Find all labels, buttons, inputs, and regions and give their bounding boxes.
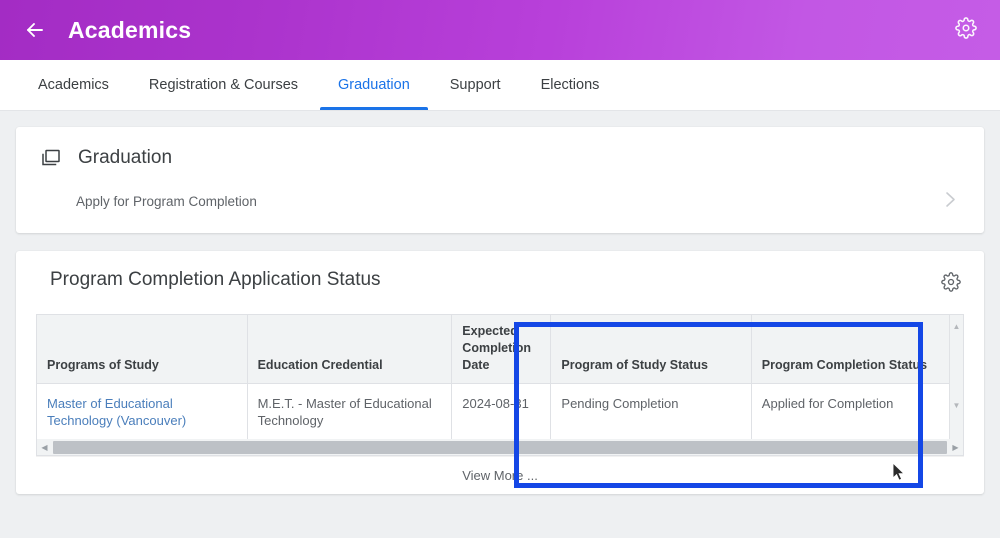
table-header: Programs of Study Education Credential E… [37,315,964,384]
cell-education-credential: M.E.T. - Master of Educational Technolog… [247,383,453,440]
tab-elections[interactable]: Elections [521,60,620,110]
scroll-right-arrow-icon[interactable]: ▶ [948,440,963,455]
app-window: Academics Academics Registration & Cours… [0,0,1000,538]
tab-label: Support [449,77,501,93]
back-button[interactable] [18,13,52,47]
table-settings-button[interactable] [938,271,964,297]
arrow-left-icon [23,18,47,42]
scroll-down-arrow-icon[interactable]: ▼ [950,398,963,412]
tab-support[interactable]: Support [430,60,521,110]
column-header-program-completion-status[interactable]: Program Completion Status [751,315,964,384]
tab-label: Registration & Courses [148,77,299,93]
table-vertical-scrollbar[interactable]: ▲ ▼ [949,315,963,439]
gear-icon [955,16,977,44]
column-header-expected-completion-date[interactable]: Expected Completion Date [451,315,552,384]
cell-programs-of-study: Master of Educational Technology (Vancou… [37,383,248,440]
horizontal-scroll-thumb[interactable] [53,440,947,454]
tab-label: Academics [38,77,109,93]
graduation-card-header: Graduation [38,145,962,171]
table-header-row: Programs of Study Education Credential E… [37,315,964,384]
column-header-programs-of-study[interactable]: Programs of Study [37,315,248,384]
graduation-card-title: Graduation [78,147,173,168]
graduation-card: Graduation Apply for Program Completion [16,127,984,233]
page-title: Academics [68,16,192,43]
cell-program-completion-status: Applied for Completion [751,383,964,440]
window-duplicate-icon [38,145,64,171]
tab-registration-and-courses[interactable]: Registration & Courses [129,60,318,110]
chevron-right-icon [945,191,962,211]
table-body: Master of Educational Technology (Vancou… [37,383,964,440]
column-header-education-credential[interactable]: Education Credential [247,315,453,384]
program-completion-application-status-card: Program Completion Application Status Pr… [16,251,984,494]
apply-for-program-completion-row[interactable]: Apply for Program Completion [38,191,962,211]
page-content: Graduation Apply for Program Completion … [0,111,1000,510]
tab-label: Graduation [338,77,410,93]
tab-label: Elections [540,77,600,93]
app-bar: Academics [0,0,1000,60]
view-more-label: View More ... [462,468,538,483]
gear-icon [941,271,961,297]
apply-for-program-completion-label: Apply for Program Completion [76,193,257,209]
status-table-container: Programs of Study Education Credential E… [36,314,964,440]
scroll-left-arrow-icon[interactable]: ◀ [37,440,52,455]
tab-graduation[interactable]: Graduation [318,60,430,110]
settings-button[interactable] [950,14,982,46]
status-table: Programs of Study Education Credential E… [37,315,964,440]
tab-academics[interactable]: Academics [18,60,129,110]
column-header-program-of-study-status[interactable]: Program of Study Status [550,315,752,384]
tab-bar: Academics Registration & Courses Graduat… [0,60,1000,111]
table-row: Master of Educational Technology (Vancou… [37,383,964,440]
status-card-title: Program Completion Application Status [50,269,381,290]
table-horizontal-scrollbar[interactable]: ◀ ▶ [36,439,964,456]
status-card-header: Program Completion Application Status [36,269,964,297]
program-of-study-link[interactable]: Master of Educational Technology (Vancou… [47,396,186,429]
cell-expected-completion-date: 2024-08-31 [451,383,552,440]
cell-program-of-study-status: Pending Completion [550,383,752,440]
view-more-button[interactable]: View More ... [36,456,964,494]
scroll-up-arrow-icon[interactable]: ▲ [950,319,963,333]
